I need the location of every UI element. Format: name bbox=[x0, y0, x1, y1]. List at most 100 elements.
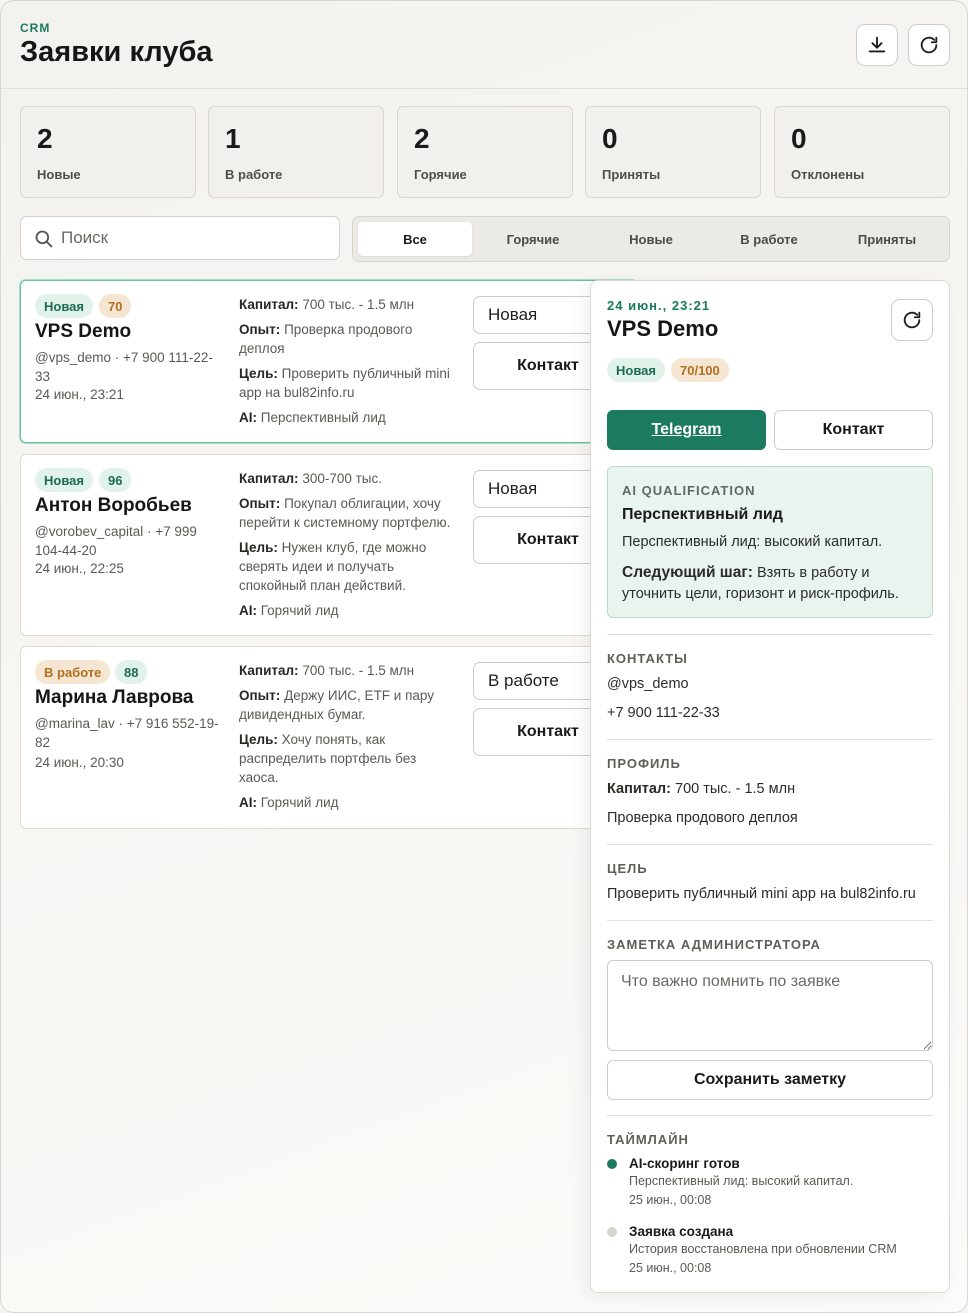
detail-status-badge: Новая bbox=[607, 358, 665, 382]
lead-contact: @vorobev_capital · +7 999 104-44-20 bbox=[35, 524, 197, 558]
download-icon bbox=[868, 36, 886, 53]
fact-experience: Опыт: Держу ИИС, ETF и пару дивидендных … bbox=[239, 686, 459, 724]
score-badge: 70 bbox=[99, 294, 132, 318]
stat-value: 1 bbox=[225, 123, 241, 154]
lead-contact: @vps_demo · +7 900 111-22-33 bbox=[35, 350, 213, 384]
fact-label: Цель: bbox=[239, 366, 278, 381]
contact-username: @vps_demo bbox=[607, 676, 689, 692]
fact-capital: Капитал: 700 тыс. - 1.5 млн bbox=[239, 661, 459, 680]
divider bbox=[607, 920, 933, 921]
page-title: Заявки клуба bbox=[20, 36, 213, 68]
status-badge: Новая bbox=[35, 468, 93, 492]
lead-card[interactable]: Новая 70 VPS Demo @vps_demo · +7 900 111… bbox=[20, 280, 638, 443]
timeline-heading: ТАЙМЛАЙН bbox=[607, 1132, 689, 1147]
detail-date: 24 июн., 23:21 bbox=[607, 298, 711, 313]
lead-detail-panel: 24 июн., 23:21 VPS Demo Новая 70/100 Tel… bbox=[590, 280, 950, 1293]
admin-note-field[interactable] bbox=[607, 960, 933, 1051]
lead-date: 24 июн., 20:30 bbox=[35, 755, 124, 770]
divider bbox=[607, 739, 933, 740]
timeline-event-description: История восстановлена при обновлении CRM bbox=[629, 1242, 897, 1256]
fact-value: 700 тыс. - 1.5 млн bbox=[302, 663, 415, 678]
ai-summary: Перспективный лид: высокий капитал. bbox=[622, 534, 883, 550]
fact-label: Капитал: bbox=[239, 297, 299, 312]
fact-capital: Капитал: 700 тыс. - 1.5 млн bbox=[239, 295, 459, 314]
profile-capital: Капитал: 700 тыс. - 1.5 млн bbox=[607, 781, 795, 797]
stat-label: Приняты bbox=[602, 167, 661, 182]
profile-capital-label: Капитал: bbox=[607, 781, 671, 797]
timeline-event-title: Заявка создана bbox=[629, 1224, 734, 1239]
fact-ai: AI: Перспективный лид bbox=[239, 408, 459, 427]
goal-heading: ЦЕЛЬ bbox=[607, 861, 648, 876]
fact-goal: Цель: Хочу понять, как распределить порт… bbox=[239, 730, 459, 787]
score-badge: 96 bbox=[99, 468, 132, 492]
contact-phone: +7 900 111-22-33 bbox=[607, 705, 720, 721]
detail-name: VPS Demo bbox=[607, 316, 719, 341]
stat-hot: 2 Горячие bbox=[397, 106, 573, 198]
detail-contact-button[interactable]: Контакт bbox=[774, 410, 933, 450]
fact-value: Горячий лид bbox=[260, 795, 339, 810]
lead-facts: Капитал: 700 тыс. - 1.5 млн Опыт: Держу … bbox=[239, 661, 459, 818]
crm-app: CRM Заявки клуба 2 Новые 1 В работе 2 Го… bbox=[0, 0, 968, 1313]
fact-label: Опыт: bbox=[239, 688, 281, 703]
fact-experience: Опыт: Покупал облигации, хочу перейти к … bbox=[239, 494, 459, 532]
search-box bbox=[20, 216, 340, 260]
lead-facts: Капитал: 300-700 тыс. Опыт: Покупал обли… bbox=[239, 469, 459, 626]
stat-label: Горячие bbox=[414, 167, 467, 182]
stat-value: 2 bbox=[414, 123, 430, 154]
search-icon bbox=[35, 230, 53, 248]
fact-value: 300-700 тыс. bbox=[302, 471, 383, 486]
stat-in-progress: 1 В работе bbox=[208, 106, 384, 198]
lead-date: 24 июн., 23:21 bbox=[35, 387, 124, 402]
stat-value: 2 bbox=[37, 123, 53, 154]
timeline-dot bbox=[607, 1227, 617, 1237]
tab-in-progress[interactable]: В работе bbox=[712, 222, 826, 256]
lead-card[interactable]: Новая 96 Антон Воробьев @vorobev_capital… bbox=[20, 454, 638, 636]
fact-value: Перспективный лид bbox=[260, 410, 386, 425]
fact-ai: AI: Горячий лид bbox=[239, 601, 459, 620]
fact-label: AI: bbox=[239, 795, 257, 810]
timeline-event-title: AI-скоринг готов bbox=[629, 1156, 740, 1171]
fact-label: Капитал: bbox=[239, 471, 299, 486]
timeline-event-description: Перспективный лид: высокий капитал. bbox=[629, 1174, 854, 1188]
next-step-label: Следующий шаг: bbox=[622, 564, 753, 581]
contacts-heading: КОНТАКТЫ bbox=[607, 651, 688, 666]
ai-next-step: Следующий шаг: Взять в работу и уточнить… bbox=[622, 562, 922, 605]
lead-card[interactable]: В работе 88 Марина Лаврова @marina_lav ·… bbox=[20, 646, 638, 829]
export-button[interactable] bbox=[856, 24, 898, 66]
lead-name: VPS Demo bbox=[35, 321, 132, 342]
stat-value: 0 bbox=[602, 123, 618, 154]
timeline-dot-active bbox=[607, 1159, 617, 1169]
stat-accepted: 0 Приняты bbox=[585, 106, 761, 198]
divider bbox=[607, 634, 933, 635]
note-heading: ЗАМЕТКА АДМИНИСТРАТОРА bbox=[607, 937, 821, 952]
timeline-event-date: 25 июн., 00:08 bbox=[629, 1193, 712, 1207]
fact-capital: Капитал: 300-700 тыс. bbox=[239, 469, 459, 488]
search-input[interactable] bbox=[61, 225, 331, 251]
fact-experience: Опыт: Проверка продового деплоя bbox=[239, 320, 459, 358]
goal-text: Проверить публичный mini app на bul82inf… bbox=[607, 886, 916, 902]
refresh-button[interactable] bbox=[908, 24, 950, 66]
stat-label: Новые bbox=[37, 167, 81, 182]
save-note-button[interactable]: Сохранить заметку bbox=[607, 1060, 933, 1100]
tab-new[interactable]: Новые bbox=[594, 222, 708, 256]
tab-accepted[interactable]: Приняты bbox=[830, 222, 944, 256]
ai-verdict: Перспективный лид bbox=[622, 506, 783, 523]
stat-value: 0 bbox=[791, 123, 807, 154]
tab-hot[interactable]: Горячие bbox=[476, 222, 590, 256]
ai-heading: AI QUALIFICATION bbox=[622, 483, 756, 498]
header-eyebrow: CRM bbox=[20, 21, 51, 35]
fact-label: Цель: bbox=[239, 732, 278, 747]
lead-date: 24 июн., 22:25 bbox=[35, 561, 124, 576]
score-badge: 88 bbox=[115, 660, 148, 684]
profile-experience: Проверка продового деплоя bbox=[607, 810, 798, 826]
page-header: CRM Заявки клуба bbox=[1, 1, 967, 89]
status-badge: Новая bbox=[35, 294, 93, 318]
fact-label: Опыт: bbox=[239, 322, 281, 337]
fact-label: Капитал: bbox=[239, 663, 299, 678]
telegram-button[interactable]: Telegram bbox=[607, 410, 766, 450]
tab-all[interactable]: Все bbox=[358, 222, 472, 256]
stat-new: 2 Новые bbox=[20, 106, 196, 198]
fact-goal: Цель: Проверить публичный mini app на bu… bbox=[239, 364, 459, 402]
detail-refresh-button[interactable] bbox=[891, 299, 933, 341]
refresh-icon bbox=[920, 36, 938, 54]
